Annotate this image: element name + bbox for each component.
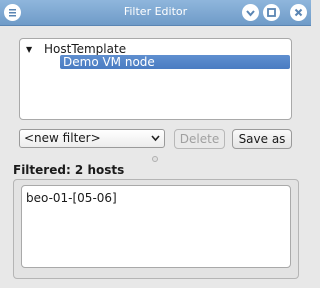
delete-button[interactable]: Delete [174, 129, 225, 149]
chevron-down-icon [151, 130, 160, 154]
minimize-icon[interactable] [242, 4, 259, 21]
expand-arrow-icon[interactable]: ▼ [26, 42, 36, 58]
tree-item-label: HostTemplate [44, 42, 127, 56]
maximize-icon[interactable] [263, 4, 280, 21]
tree-item-demo-vm-node[interactable]: Demo VM node [60, 55, 290, 69]
close-icon[interactable] [290, 4, 307, 21]
title-bar[interactable]: Filter Editor [0, 0, 311, 26]
filtered-count-heading: Filtered: 2 hosts [13, 163, 125, 177]
filter-select[interactable]: <new filter> [19, 129, 165, 148]
splitter-handle[interactable] [152, 156, 158, 162]
save-as-button[interactable]: Save as [232, 129, 292, 149]
hosts-text: beo-01-[05-06] [26, 191, 117, 205]
filter-select-value: <new filter> [24, 131, 101, 145]
template-tree[interactable]: ▼ HostTemplate Demo VM node [19, 38, 292, 120]
hosts-text-area[interactable]: beo-01-[05-06] [21, 185, 291, 268]
